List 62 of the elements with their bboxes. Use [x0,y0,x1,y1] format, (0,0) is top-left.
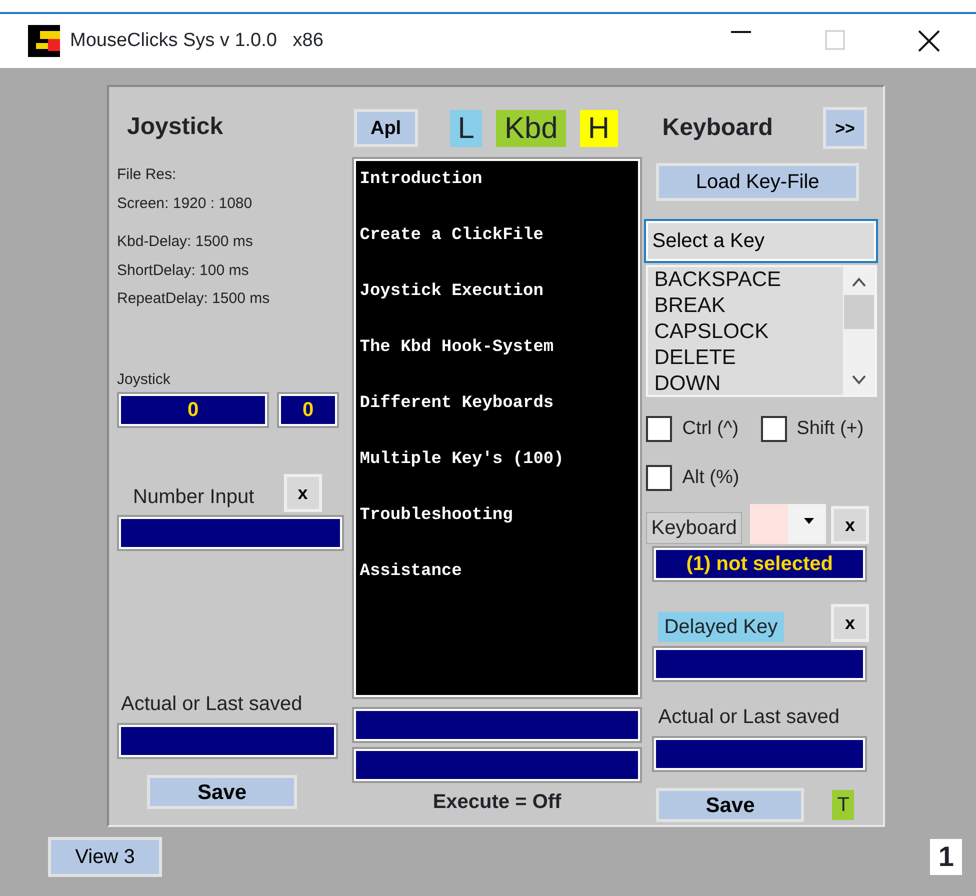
mode-tag: H [580,110,618,146]
info-text: Kbd-Delay: 1500 ms [117,234,254,250]
window-title: MouseClicks Sys v 1.0.0 x86 [70,28,324,53]
view-button[interactable]: View 3 [48,837,162,877]
info-text: ShortDelay: 100 ms [117,262,250,279]
checkbox-label: Ctrl (^) [682,417,739,441]
info-text: Screen: 1920 : 1080 [117,196,254,212]
scroll-up-icon[interactable] [852,277,866,287]
close-icon[interactable] [918,30,940,52]
minimize-icon[interactable] [731,30,751,34]
app-icon [28,25,60,57]
t-badge: T [832,790,854,820]
help-topic-item[interactable]: Introduction [360,167,634,223]
keyboard-status-field: (1) not selected [654,548,865,580]
mode-tag: L [450,110,482,146]
field-label: Actual or Last saved [121,692,304,717]
key-list-item[interactable]: CAPSLOCK [654,319,843,345]
panel-heading: Joystick [127,112,224,142]
execute-status: Execute = Off [432,790,562,815]
next-button[interactable]: >> [823,107,867,149]
checkbox[interactable] [760,416,787,442]
key-field[interactable]: Select a Key [646,221,876,261]
help-topic-item[interactable]: Joystick Execution [360,279,634,335]
help-topic-item[interactable]: Assistance [360,559,634,615]
field-label: Keyboard [646,512,742,544]
key-list-item[interactable]: BREAK [654,293,843,319]
page-number: 1 [930,839,962,875]
save-button[interactable]: Save [656,788,804,822]
mode-tag: Kbd [496,110,566,146]
delayed-key-field[interactable] [654,648,865,680]
save-button[interactable]: Save [147,775,297,809]
panel-heading: Keyboard [662,113,773,143]
checkbox-label: Shift (+) [796,417,864,441]
scroll-down-icon[interactable] [852,375,866,385]
field-label: Joystick [117,372,172,388]
number-input-field[interactable] [119,517,342,549]
apply-button[interactable]: Apl [354,109,418,147]
info-text: File Res: [117,167,178,184]
key-list[interactable]: BACKSPACE BREAK CAPSLOCK DELETE DOWN [646,265,877,397]
key-list-item[interactable]: BACKSPACE [654,267,843,293]
info-text: RepeatDelay: 1500 ms [117,291,271,308]
joystick-value-field: 0 [279,394,337,426]
clear-button[interactable]: x [284,474,322,512]
help-topic-item[interactable]: Troubleshooting [360,503,634,559]
joystick-value-field: 0 [119,394,267,426]
field-label: Number Input [133,485,254,510]
help-topic-item[interactable]: Multiple Key's (100) [360,447,634,503]
load-key-file-button[interactable]: Load Key-File [656,163,859,201]
dropdown-caret-icon[interactable] [804,518,814,524]
help-topic-item[interactable]: The Kbd Hook-System [360,335,634,391]
checkbox-label: Alt (%) [682,466,740,490]
clear-button[interactable]: x [831,506,869,544]
help-topic-item[interactable]: Create a ClickFile [360,223,634,279]
clear-button[interactable]: x [831,604,869,642]
scrollbar-thumb[interactable] [844,295,874,329]
checkbox[interactable] [646,416,672,442]
help-topic-item[interactable]: Different Keyboards [360,391,634,447]
key-list-item[interactable]: DELETE [654,345,843,371]
field-label: Actual or Last saved [658,705,840,730]
key-list-item[interactable]: DOWN [654,371,843,397]
checkbox[interactable] [646,464,672,491]
field-label: Delayed Key [658,612,784,642]
